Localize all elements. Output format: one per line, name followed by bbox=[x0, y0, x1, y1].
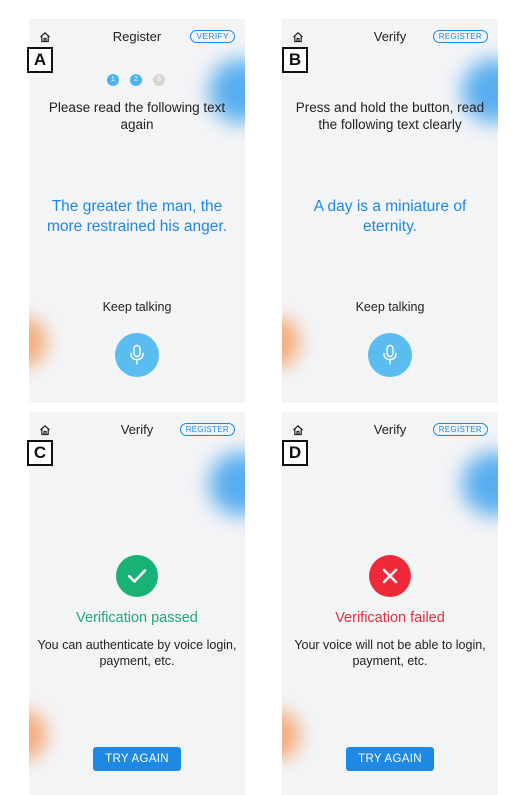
microphone-icon bbox=[383, 344, 397, 365]
decorative-blob bbox=[462, 452, 498, 516]
status-description: Your voice will not be able to login, pa… bbox=[294, 638, 486, 668]
cross-icon bbox=[382, 568, 398, 584]
panel-label: A bbox=[27, 47, 53, 73]
verify-mode-button[interactable]: VERIFY bbox=[190, 30, 235, 43]
status-description: You can authenticate by voice login, pay… bbox=[37, 638, 237, 668]
record-button[interactable] bbox=[368, 333, 412, 377]
read-phrase: The greater the man, the more restrained… bbox=[46, 198, 228, 235]
step-dot: 2 bbox=[130, 74, 142, 86]
decorative-blob bbox=[29, 317, 47, 367]
decorative-blob bbox=[282, 317, 300, 367]
record-button[interactable] bbox=[115, 333, 159, 377]
status-title: Verification failed bbox=[335, 610, 445, 626]
register-mode-button[interactable]: REGISTER bbox=[179, 423, 235, 436]
step-dot: 1 bbox=[107, 74, 119, 86]
try-again-button[interactable]: TRY AGAIN bbox=[346, 747, 434, 771]
screen-verify: Verify REGISTER Press and hold the butto… bbox=[282, 19, 498, 403]
decorative-blob bbox=[209, 452, 245, 516]
status-title: Verification passed bbox=[76, 610, 198, 626]
decorative-blob bbox=[29, 710, 47, 760]
instruction-text: Please read the following text again bbox=[48, 100, 226, 132]
checkmark-icon bbox=[127, 569, 147, 583]
read-phrase: A day is a miniature of eternity. bbox=[313, 198, 467, 235]
panel-label: C bbox=[27, 440, 53, 466]
register-mode-button[interactable]: REGISTER bbox=[432, 30, 488, 43]
instruction-text: Press and hold the button, read the foll… bbox=[295, 100, 485, 132]
status-hint: Keep talking bbox=[355, 300, 425, 314]
screen-verification-failed: Verify REGISTER Verification failed Your… bbox=[282, 412, 498, 795]
step-dot: 3 bbox=[153, 74, 165, 86]
step-indicator: 1 2 3 bbox=[107, 74, 165, 86]
panel-label: B bbox=[282, 47, 308, 73]
register-mode-button[interactable]: REGISTER bbox=[432, 423, 488, 436]
decorative-blob bbox=[282, 710, 300, 760]
panel-label: D bbox=[282, 440, 308, 466]
screen-register: Register VERIFY 1 2 3 Please read the fo… bbox=[29, 19, 245, 403]
success-indicator bbox=[116, 555, 158, 597]
status-hint: Keep talking bbox=[102, 300, 172, 314]
microphone-icon bbox=[130, 344, 144, 365]
failure-indicator bbox=[369, 555, 411, 597]
try-again-button[interactable]: TRY AGAIN bbox=[93, 747, 181, 771]
screen-verification-passed: Verify REGISTER Verification passed You … bbox=[29, 412, 245, 795]
